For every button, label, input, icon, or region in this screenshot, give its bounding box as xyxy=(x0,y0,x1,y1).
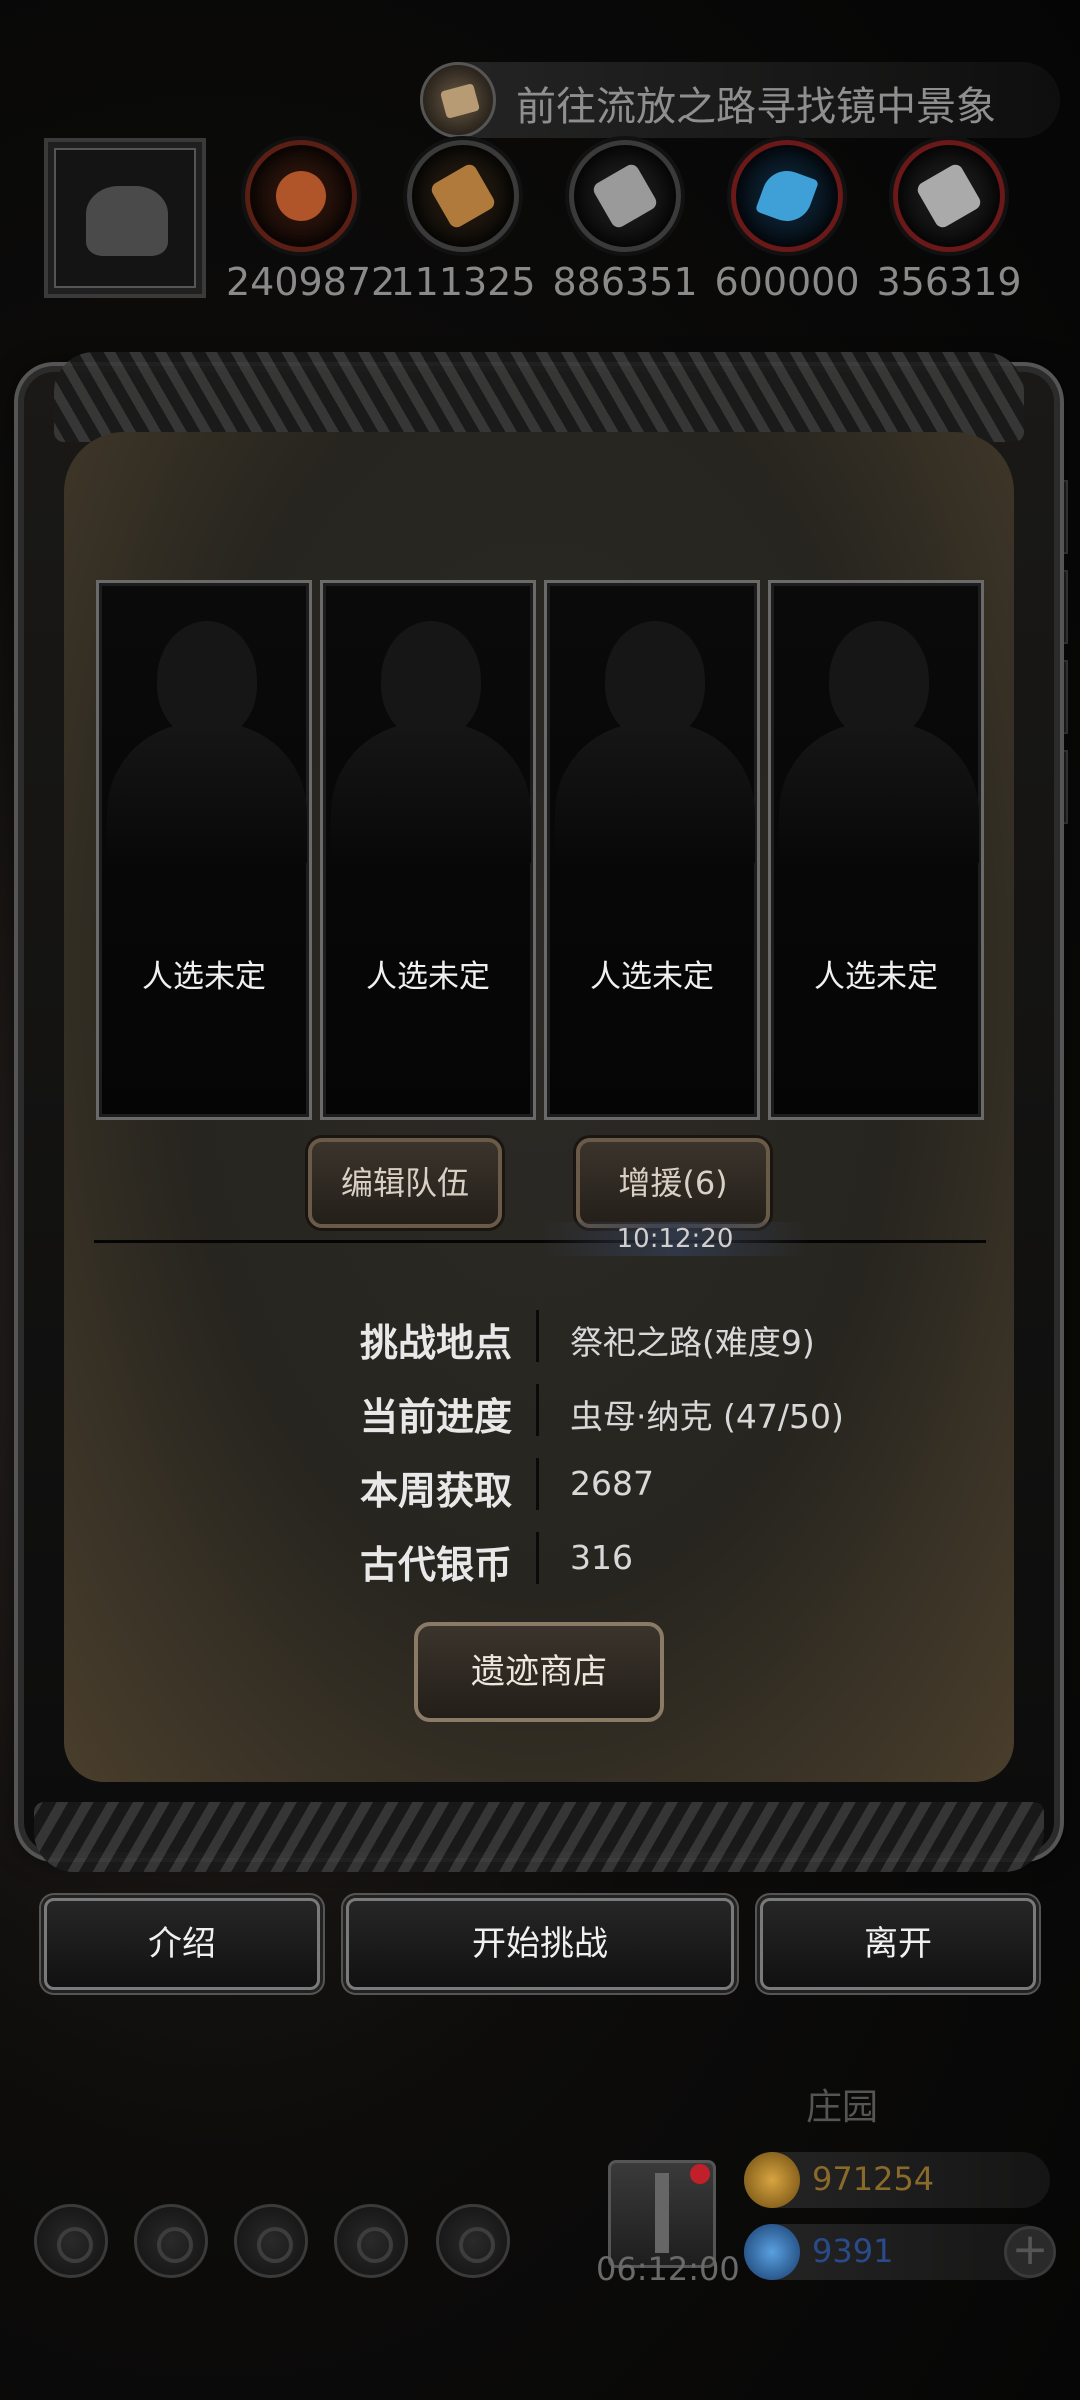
player-portrait[interactable] xyxy=(44,138,206,298)
info-value: 316 xyxy=(570,1538,633,1577)
scroll-icon xyxy=(420,62,496,138)
gift-timer: 06:12:00 xyxy=(596,2250,740,2288)
silhouette-icon xyxy=(381,621,481,739)
info-key: 当前进度 xyxy=(359,1395,512,1439)
guild-icon[interactable] xyxy=(234,2204,308,2278)
slot-label: 人选未定 xyxy=(142,959,266,995)
silhouette-body xyxy=(555,723,755,863)
frame-bottom-ornament xyxy=(34,1802,1044,1872)
meat-icon xyxy=(245,140,357,252)
wood-planks-icon xyxy=(407,140,519,252)
gold-value: 971254 xyxy=(812,2160,935,2198)
quest-text: 前往流放之路寻找镜中景象 xyxy=(516,84,996,130)
silhouette-icon xyxy=(829,621,929,739)
edit-team-button[interactable]: 编辑队伍 xyxy=(308,1138,502,1228)
inventory-icon[interactable] xyxy=(436,2204,510,2278)
silhouette-body xyxy=(331,723,531,863)
info-row-coins: 古代银币 316 xyxy=(0,1528,1080,1588)
team-slot-4[interactable]: 人选未定 xyxy=(768,580,984,1120)
info-key: 古代银币 xyxy=(359,1543,512,1587)
info-row-location: 挑战地点 祭祀之路(难度9) xyxy=(0,1306,1080,1366)
resource-value: 886351 xyxy=(552,260,698,304)
team-slot-2[interactable]: 人选未定 xyxy=(320,580,536,1120)
intro-button[interactable]: 介绍 xyxy=(44,1898,320,1990)
silhouette-body xyxy=(779,723,979,863)
resource-wood: 111325 xyxy=(388,140,538,304)
info-separator xyxy=(536,1384,539,1436)
resource-meat: 2409872 xyxy=(226,140,396,304)
info-separator xyxy=(536,1310,539,1362)
notification-dot xyxy=(690,2164,710,2184)
mail-icon[interactable] xyxy=(334,2204,408,2278)
stone-blocks-icon xyxy=(569,140,681,252)
dragon-crest-ornament xyxy=(54,352,1024,442)
settings-icon[interactable] xyxy=(34,2204,108,2278)
estate-label[interactable]: 庄园 xyxy=(806,2078,878,2130)
gold-coin-icon xyxy=(744,2152,800,2208)
reinforce-button[interactable]: 增援(6) xyxy=(576,1138,770,1228)
resource-iron: 356319 xyxy=(874,140,1024,304)
info-value: 祭祀之路(难度9) xyxy=(570,1323,815,1362)
start-challenge-button[interactable]: 开始挑战 xyxy=(346,1898,734,1990)
silhouette-body xyxy=(107,723,307,863)
info-row-weekly: 本周获取 2687 xyxy=(0,1454,1080,1514)
info-key: 挑战地点 xyxy=(359,1321,512,1365)
silhouette-icon xyxy=(605,621,705,739)
resource-value: 2409872 xyxy=(226,260,396,304)
gem-icon xyxy=(744,2224,800,2280)
silhouette-icon xyxy=(157,621,257,739)
leave-button[interactable]: 离开 xyxy=(760,1898,1036,1990)
crystal-icon xyxy=(731,140,843,252)
info-value: 虫母·纳克 (47/50) xyxy=(570,1397,844,1436)
info-separator xyxy=(536,1532,539,1584)
iron-ingot-icon xyxy=(893,140,1005,252)
quest-banner[interactable]: 前往流放之路寻找镜中景象 xyxy=(420,62,1060,138)
reinforce-timer: 10:12:20 xyxy=(540,1222,810,1256)
resource-value: 111325 xyxy=(390,260,536,304)
resource-value: 356319 xyxy=(876,260,1022,304)
relic-shop-button[interactable]: 遗迹商店 xyxy=(414,1622,664,1722)
resource-value: 600000 xyxy=(714,260,860,304)
slot-label: 人选未定 xyxy=(590,959,714,995)
gem-value: 9391 xyxy=(812,2232,894,2270)
add-gems-button[interactable]: + xyxy=(1004,2226,1056,2278)
resource-crystal: 600000 xyxy=(712,140,862,304)
info-value: 2687 xyxy=(570,1464,654,1503)
info-row-progress: 当前进度 虫母·纳克 (47/50) xyxy=(0,1380,1080,1440)
info-key: 本周获取 xyxy=(359,1469,512,1513)
info-separator xyxy=(536,1458,539,1510)
gold-counter: 971254 xyxy=(744,2152,1050,2208)
resource-stone: 886351 xyxy=(550,140,700,304)
star-icon[interactable] xyxy=(134,2204,208,2278)
team-slot-1[interactable]: 人选未定 xyxy=(96,580,312,1120)
slot-label: 人选未定 xyxy=(814,959,938,995)
team-slot-3[interactable]: 人选未定 xyxy=(544,580,760,1120)
slot-label: 人选未定 xyxy=(366,959,490,995)
